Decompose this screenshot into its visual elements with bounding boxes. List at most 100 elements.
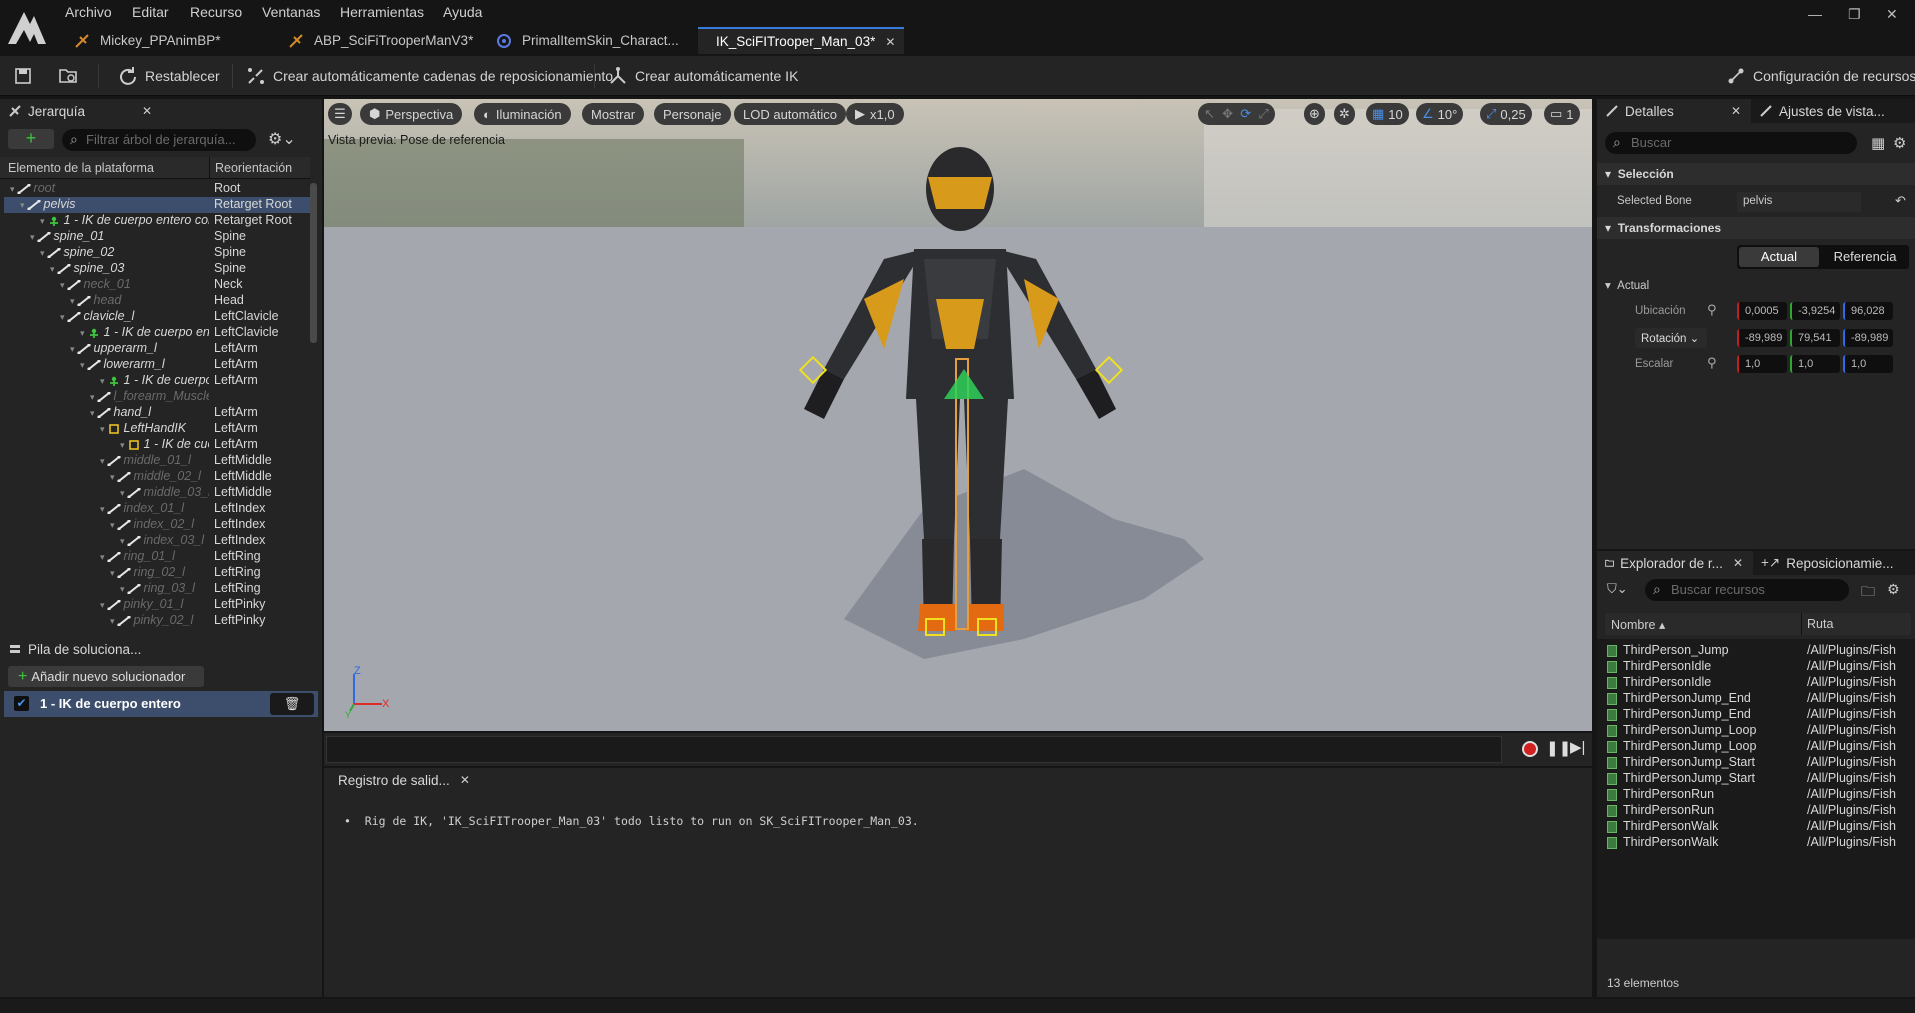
tab-abp-scifi[interactable]: ABP_SciFiTrooperManV3* bbox=[280, 27, 483, 54]
close-log-icon[interactable]: ✕ bbox=[460, 773, 470, 787]
hierarchy-row[interactable]: ▾ lowerarm_l LeftArm bbox=[4, 357, 312, 373]
hierarchy-row[interactable]: ▾ middle_01_l LeftMiddle bbox=[4, 453, 312, 469]
viewport-menu-button[interactable]: ☰ bbox=[328, 103, 352, 125]
reset-arrow-icon[interactable]: ↶ bbox=[1895, 193, 1906, 209]
tab-details[interactable]: Detalles ✕ bbox=[1597, 99, 1749, 123]
menu-ventanas[interactable]: Ventanas bbox=[262, 4, 320, 24]
select-icon[interactable]: ↖ bbox=[1204, 106, 1215, 122]
asset-row[interactable]: ThirdPerson_Jump/All/Plugins/Fish bbox=[1607, 643, 1907, 659]
tab-mickey-animbp[interactable]: Mickey_PPAnimBP* bbox=[66, 27, 231, 54]
character-preview[interactable] bbox=[324, 99, 1592, 731]
hierarchy-row[interactable]: ▾ pinky_01_l LeftPinky bbox=[4, 597, 312, 613]
scale-z[interactable]: 1,0 bbox=[1843, 355, 1893, 373]
hierarchy-row[interactable]: ▾1 - IK de cuerpo entero LeftArm bbox=[4, 437, 312, 453]
hierarchy-row[interactable]: ▾1 - IK de cuerpo entero LeftClavicle bbox=[4, 325, 312, 341]
solver-item[interactable]: ✔ 1 - IK de cuerpo entero 🗑 bbox=[4, 691, 318, 717]
location-y[interactable]: -3,9254 bbox=[1790, 302, 1840, 320]
menu-archivo[interactable]: Archivo bbox=[65, 4, 112, 24]
step-forward-icon[interactable]: ▶| bbox=[1570, 738, 1585, 756]
perspective-button[interactable]: ⬢ Perspectiva bbox=[360, 103, 463, 125]
hierarchy-row[interactable]: ▾ index_01_l LeftIndex bbox=[4, 501, 312, 517]
transform-tools[interactable]: ↖ ✥ ⟳ ⤢ bbox=[1198, 103, 1275, 125]
timeline-track[interactable] bbox=[326, 736, 1502, 763]
hierarchy-row[interactable]: ▾ pelvis Retarget Root bbox=[4, 197, 312, 213]
minimize-icon[interactable]: — bbox=[1808, 6, 1822, 22]
menu-herramientas[interactable]: Herramientas bbox=[340, 4, 424, 24]
rotation-x[interactable]: -89,989 bbox=[1737, 329, 1787, 347]
character-button[interactable]: Personaje bbox=[654, 103, 731, 125]
rotation-z[interactable]: -89,989 bbox=[1843, 329, 1893, 347]
hierarchy-row[interactable]: ▾ neck_01 Neck bbox=[4, 277, 312, 293]
toggle-reference[interactable]: Referencia bbox=[1825, 247, 1905, 267]
tab-retargeting[interactable]: +↗ Reposicionamie... bbox=[1753, 551, 1915, 575]
tab-primal-item-skin[interactable]: PrimalItemSkin_Charact... bbox=[488, 27, 689, 54]
angle-snap-button[interactable]: ∠ 10° bbox=[1416, 103, 1464, 125]
tab-ik-scifi-trooper[interactable]: IK_SciFITrooper_Man_03* ✕ bbox=[698, 27, 904, 54]
play-speed-button[interactable]: ▶ x1,0 bbox=[846, 103, 904, 125]
unreal-logo-icon[interactable] bbox=[4, 4, 50, 50]
hierarchy-row[interactable]: ▾ spine_02 Spine bbox=[4, 245, 312, 261]
rotation-y[interactable]: 79,541 bbox=[1790, 329, 1840, 347]
delete-solver-icon[interactable]: 🗑 bbox=[270, 693, 314, 715]
section-selection[interactable]: ▾ Selección bbox=[1597, 163, 1915, 185]
location-reset-icon[interactable]: ⚲ bbox=[1707, 302, 1717, 318]
scale-reset-icon[interactable]: ⚲ bbox=[1707, 355, 1717, 371]
hierarchy-row[interactable]: ▾ head Head bbox=[4, 293, 312, 309]
asset-row[interactable]: ThirdPersonIdle/All/Plugins/Fish bbox=[1607, 659, 1907, 675]
menu-recurso[interactable]: Recurso bbox=[190, 4, 242, 24]
rotation-dropdown[interactable]: Rotación ⌄ bbox=[1635, 328, 1707, 348]
asset-row[interactable]: ThirdPersonJump_Start/All/Plugins/Fish bbox=[1607, 771, 1907, 787]
asset-row[interactable]: ThirdPersonRun/All/Plugins/Fish bbox=[1607, 803, 1907, 819]
hierarchy-row[interactable]: ▾ spine_03 Spine bbox=[4, 261, 312, 277]
add-element-button[interactable]: + bbox=[8, 129, 54, 149]
hierarchy-row[interactable]: ▾ LeftHandIK LeftArm bbox=[4, 421, 312, 437]
hierarchy-scrollbar[interactable] bbox=[310, 183, 317, 343]
asset-row[interactable]: ThirdPersonWalk/All/Plugins/Fish bbox=[1607, 819, 1907, 835]
asset-row[interactable]: ThirdPersonWalk/All/Plugins/Fish bbox=[1607, 835, 1907, 851]
column-element[interactable]: Elemento de la plataforma bbox=[8, 161, 154, 175]
details-settings-gear-icon[interactable]: ⚙ bbox=[1893, 134, 1906, 152]
pause-icon[interactable]: ❚❚ bbox=[1546, 739, 1571, 757]
hierarchy-row[interactable]: ▾ ring_03_l LeftRing bbox=[4, 581, 312, 597]
camera-speed-button[interactable]: ▭ 1 bbox=[1544, 103, 1580, 125]
scale-snap-button[interactable]: ⤢ 0,25 bbox=[1480, 103, 1532, 125]
asset-row[interactable]: ThirdPersonJump_End/All/Plugins/Fish bbox=[1607, 707, 1907, 723]
auto-create-ik-button[interactable]: Crear automáticamente IK bbox=[608, 56, 798, 96]
menu-ayuda[interactable]: Ayuda bbox=[443, 4, 482, 24]
hierarchy-row[interactable]: ▾ clavicle_l LeftClavicle bbox=[4, 309, 312, 325]
browser-settings-gear-icon[interactable]: ⚙ bbox=[1887, 581, 1900, 598]
hierarchy-row[interactable]: ▾ hand_l LeftArm bbox=[4, 405, 312, 421]
reset-button[interactable]: Restablecer bbox=[118, 56, 220, 96]
section-transforms[interactable]: ▾ Transformaciones bbox=[1597, 217, 1915, 239]
asset-search-input[interactable]: ⌕ Buscar recursos bbox=[1645, 579, 1849, 601]
tab-solver-stack[interactable]: Pila de soluciona... bbox=[0, 637, 150, 661]
details-search-input[interactable]: ⌕ Buscar bbox=[1605, 132, 1857, 154]
sub-current[interactable]: ▾ Actual bbox=[1605, 278, 1649, 292]
hierarchy-row[interactable]: ▾ l_forearm_Muscle bbox=[4, 389, 312, 405]
hierarchy-row[interactable]: ▾ root Root bbox=[4, 181, 312, 197]
lod-button[interactable]: LOD automático bbox=[734, 103, 846, 125]
filter-icon[interactable]: ⛉⌄ bbox=[1607, 581, 1628, 597]
hierarchy-row[interactable]: ▾ ring_01_l LeftRing bbox=[4, 549, 312, 565]
hierarchy-row[interactable]: ▾ spine_01 Spine bbox=[4, 229, 312, 245]
rotate-icon[interactable]: ⟳ bbox=[1240, 106, 1251, 122]
surface-snap-button[interactable]: ✲ bbox=[1334, 103, 1355, 125]
column-retarget[interactable]: Reorientación bbox=[215, 161, 292, 175]
column-path[interactable]: Ruta bbox=[1807, 617, 1833, 631]
hierarchy-row[interactable]: ▾ index_03_l LeftIndex bbox=[4, 533, 312, 549]
hierarchy-row[interactable]: ▾ middle_03_l LeftMiddle bbox=[4, 485, 312, 501]
asset-row[interactable]: ThirdPersonIdle/All/Plugins/Fish bbox=[1607, 675, 1907, 691]
scale-x[interactable]: 1,0 bbox=[1737, 355, 1787, 373]
tab-asset-browser[interactable]: Explorador de r... ✕ bbox=[1597, 551, 1751, 575]
table-view-icon[interactable]: ▦ bbox=[1871, 134, 1885, 152]
location-x[interactable]: 0,0005 bbox=[1737, 302, 1787, 320]
close-panel-icon[interactable]: ✕ bbox=[142, 104, 152, 118]
hierarchy-row[interactable]: ▾ middle_02_l LeftMiddle bbox=[4, 469, 312, 485]
close-browser-icon[interactable]: ✕ bbox=[1733, 556, 1743, 570]
grid-snap-button[interactable]: ▦ 10 bbox=[1366, 103, 1409, 125]
tab-output-log[interactable]: Registro de salid... ✕ bbox=[324, 768, 476, 792]
scale-y[interactable]: 1,0 bbox=[1790, 355, 1840, 373]
asset-settings-button[interactable]: Configuración de recursos bbox=[1726, 56, 1915, 96]
location-z[interactable]: 96,028 bbox=[1843, 302, 1893, 320]
menu-editar[interactable]: Editar bbox=[132, 4, 169, 24]
